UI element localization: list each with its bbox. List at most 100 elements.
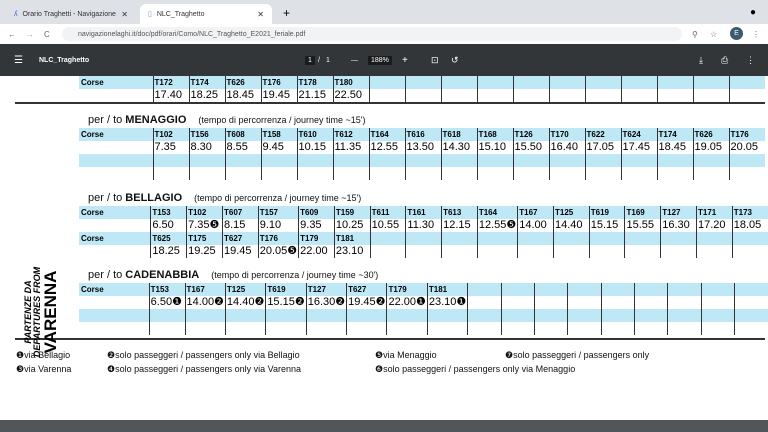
tab-favicon-icon: ʎ [14,10,18,18]
run-code [512,76,549,89]
more-icon[interactable]: ⋮ [752,30,760,39]
departure-time: 10.55 [369,219,406,232]
departure-time [467,296,502,309]
rotate-icon[interactable]: ↺ [451,55,459,66]
run-code [467,309,502,322]
run-code [404,154,441,167]
departure-time: 14.00❷ [184,296,226,309]
run-code: T180 [332,76,369,89]
departure-time: 22.50 [332,89,369,102]
new-tab-button[interactable]: + [283,6,290,20]
run-code [386,309,428,322]
run-code: T608 [224,128,261,141]
departure-time: 9.10 [257,219,299,232]
tab-orario[interactable]: ʎ Orario Traghetti - Navigazione ✕ [6,4,136,24]
legend-item: ❶via Bellagio [16,350,70,361]
departure-time: 12.55❺ [476,219,518,232]
departure-time: 15.15 [588,219,625,232]
departure-time: 13.50 [404,141,441,154]
times-row: 18.25 19.25 19.45 20.05❺ 22.00 23.10 [79,245,768,258]
reload-icon[interactable]: C [44,30,50,39]
pdf-toolbar: ☰ NLC_Traghetto 1 / 1 — 188% + ⊡ ↺ ⤓ ⎙ ⋮ [0,44,768,76]
legend-text: solo passeggeri / passengers only [513,350,650,360]
run-code [700,283,735,296]
run-code [440,154,477,167]
run-code [734,283,768,296]
run-code: T616 [404,128,441,141]
departure-time [265,322,307,335]
run-code: T176 [260,76,297,89]
departure-time: 15.50 [512,141,549,154]
row-label-empty [79,245,151,258]
row-label-empty [79,89,153,102]
run-code [184,309,226,322]
run-code: T626 [692,128,729,141]
departure-time [386,322,428,335]
run-code: T102 [186,206,223,219]
departure-time: 11.30 [405,219,442,232]
departure-time: 20.05❺ [257,245,299,258]
run-code [441,232,478,245]
run-code [567,283,602,296]
close-tab-icon[interactable]: ✕ [121,10,128,19]
run-code: T626 [224,76,261,89]
departure-time: 17.45 [620,141,657,154]
zoom-input[interactable]: 188% [368,55,392,65]
forward-icon[interactable]: → [26,30,34,39]
viewer-background [0,420,768,432]
run-code: T168 [476,128,513,141]
back-icon[interactable]: ← [8,30,16,39]
bookmark-star-icon[interactable]: ☆ [710,30,717,39]
tab-nlc[interactable]: ▯ NLC_Traghetto ✕ [140,4,272,24]
departure-time [656,167,693,180]
journey-note: (tempo di percorrenza / journey time ~30… [211,270,379,280]
print-icon[interactable]: ⎙ [721,55,728,66]
run-code [600,283,635,296]
section-heading: per / to MENAGGIO (tempo di percorrenza /… [88,114,365,126]
address-bar: ← → C navigazionelaghi.it/doc/pdf/orari/… [0,24,768,44]
browser-menu-icon[interactable]: ● [750,7,756,18]
menu-icon[interactable]: ☰ [14,55,23,66]
run-code: T174 [656,128,693,141]
run-code [695,232,733,245]
run-code [260,154,297,167]
departure-time: 23.10 [333,245,371,258]
run-code: T156 [188,128,225,141]
run-code: T611 [369,206,406,219]
departure-time [369,245,406,258]
download-icon[interactable]: ⤓ [699,55,703,66]
departure-time [346,322,387,335]
heading-prefix: per / to [88,114,126,126]
avatar[interactable]: E [730,27,743,40]
pdf-more-icon[interactable]: ⋮ [746,55,755,66]
close-tab-icon[interactable]: ✕ [257,10,264,19]
times-row: 17.40 18.25 18.45 19.45 21.15 22.50 [79,89,765,102]
run-code [620,154,657,167]
run-code: T179 [386,283,428,296]
departure-time [260,167,297,180]
departure-time [148,322,186,335]
run-code [728,76,765,89]
run-code: T127 [305,283,347,296]
departure-time: 19.45 [260,89,297,102]
row-label [79,309,150,322]
zoom-icon[interactable]: ⚲ [692,30,698,39]
departure-time [667,322,702,335]
departure-time [620,89,657,102]
departure-time: 18.45 [224,89,261,102]
page-input[interactable]: 1 [305,55,315,65]
zoom-in-button[interactable]: + [402,55,408,66]
departure-time: 6.50 [150,219,187,232]
run-code: T125 [224,283,266,296]
departure-time: 9.45 [260,141,297,154]
fit-page-icon[interactable]: ⊡ [431,55,439,66]
run-code: T127 [660,206,697,219]
legend-text: solo passeggeri / passengers only via Be… [115,350,300,360]
departure-time [731,245,768,258]
departure-time [500,322,535,335]
zoom-out-button[interactable]: — [351,57,358,64]
journey-note: (tempo di percorrenza / journey time ~15… [198,115,366,125]
departure-time: 18.25 [188,89,225,102]
url-input[interactable]: navigazionelaghi.it/doc/pdf/orari/Como/N… [62,27,682,41]
row-label: Corse [79,128,153,141]
